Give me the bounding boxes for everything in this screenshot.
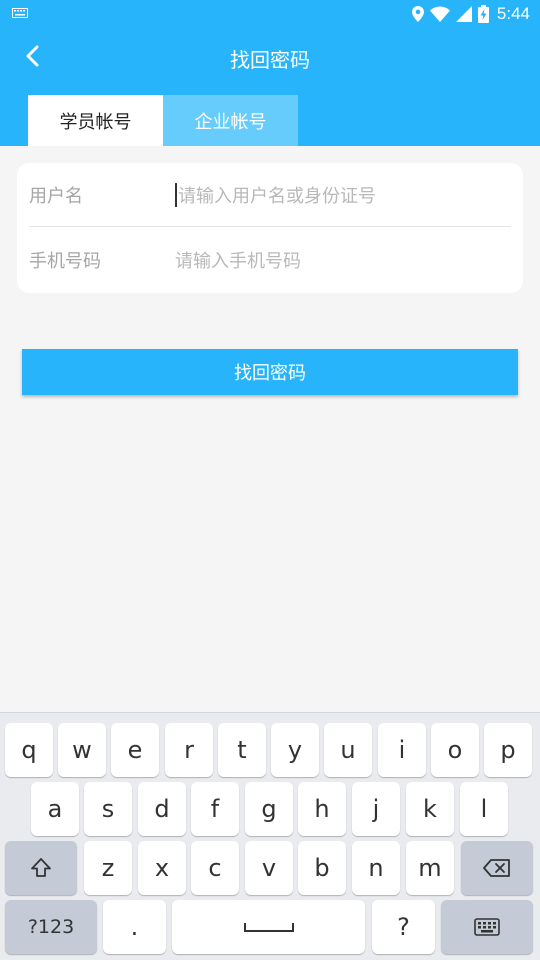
shift-icon bbox=[31, 858, 51, 877]
soft-keyboard: q w e r t y u i o p a s d f g h j k l z … bbox=[0, 712, 540, 960]
key-t[interactable]: t bbox=[218, 723, 266, 777]
key-n[interactable]: n bbox=[352, 841, 400, 895]
key-h[interactable]: h bbox=[298, 782, 346, 836]
shift-key[interactable] bbox=[5, 841, 77, 895]
keyboard-icon bbox=[12, 8, 28, 18]
username-row: 用户名 请输入用户名或身份证号 bbox=[29, 163, 511, 227]
key-f[interactable]: f bbox=[191, 782, 239, 836]
key-u[interactable]: u bbox=[324, 723, 372, 777]
backspace-key[interactable] bbox=[461, 841, 533, 895]
username-label: 用户名 bbox=[29, 185, 83, 207]
key-b[interactable]: b bbox=[298, 841, 346, 895]
key-c[interactable]: c bbox=[191, 841, 239, 895]
key-l[interactable]: l bbox=[460, 782, 508, 836]
key-e[interactable]: e bbox=[111, 723, 159, 777]
key-a[interactable]: a bbox=[31, 782, 79, 836]
phone-label: 手机号码 bbox=[29, 251, 101, 272]
keyboard-icon bbox=[474, 918, 500, 936]
key-w[interactable]: w bbox=[58, 723, 106, 777]
space-key[interactable] bbox=[172, 900, 365, 954]
tab-student-account[interactable]: 学员帐号 bbox=[28, 95, 163, 146]
symbols-key[interactable]: ?123 bbox=[5, 900, 97, 954]
text-cursor bbox=[175, 182, 177, 207]
form-card: 用户名 请输入用户名或身份证号 手机号码 请输入手机号码 bbox=[17, 163, 523, 293]
key-o[interactable]: o bbox=[431, 723, 479, 777]
phone-row: 手机号码 请输入手机号码 bbox=[29, 228, 511, 292]
spacebar-icon bbox=[243, 923, 294, 932]
header: 5:44 找回密码 学员帐号 企业帐号 bbox=[0, 0, 540, 146]
key-m[interactable]: m bbox=[406, 841, 454, 895]
recover-password-button[interactable]: 找回密码 bbox=[22, 349, 518, 395]
key-p[interactable]: p bbox=[484, 723, 532, 777]
key-g[interactable]: g bbox=[245, 782, 293, 836]
key-v[interactable]: v bbox=[245, 841, 293, 895]
key-y[interactable]: y bbox=[271, 723, 319, 777]
username-input[interactable]: 请输入用户名或身份证号 bbox=[175, 175, 511, 215]
period-key[interactable]: . bbox=[103, 900, 166, 954]
battery-charging-icon bbox=[477, 5, 489, 23]
key-x[interactable]: x bbox=[138, 841, 186, 895]
phone-input[interactable]: 请输入手机号码 bbox=[175, 240, 511, 280]
key-s[interactable]: s bbox=[84, 782, 132, 836]
tab-enterprise-account[interactable]: 企业帐号 bbox=[163, 95, 298, 146]
phone-placeholder: 请输入手机号码 bbox=[175, 251, 301, 272]
keyboard-switch-key[interactable] bbox=[441, 900, 533, 954]
key-k[interactable]: k bbox=[406, 782, 454, 836]
app-bar: 找回密码 bbox=[0, 28, 540, 88]
page-title: 找回密码 bbox=[230, 48, 310, 72]
key-r[interactable]: r bbox=[165, 723, 213, 777]
status-icons: 5:44 bbox=[411, 4, 530, 24]
backspace-icon bbox=[483, 859, 510, 877]
key-z[interactable]: z bbox=[84, 841, 132, 895]
signal-icon bbox=[455, 6, 472, 22]
key-i[interactable]: i bbox=[378, 723, 426, 777]
username-placeholder: 请输入用户名或身份证号 bbox=[178, 185, 376, 207]
wifi-icon bbox=[429, 6, 450, 22]
key-d[interactable]: d bbox=[138, 782, 186, 836]
status-bar: 5:44 bbox=[0, 0, 540, 28]
key-j[interactable]: j bbox=[352, 782, 400, 836]
status-time: 5:44 bbox=[496, 4, 530, 23]
question-key[interactable]: ? bbox=[372, 900, 435, 954]
location-icon bbox=[411, 6, 424, 22]
key-q[interactable]: q bbox=[5, 723, 53, 777]
account-type-tabs: 学员帐号 企业帐号 bbox=[28, 95, 298, 146]
